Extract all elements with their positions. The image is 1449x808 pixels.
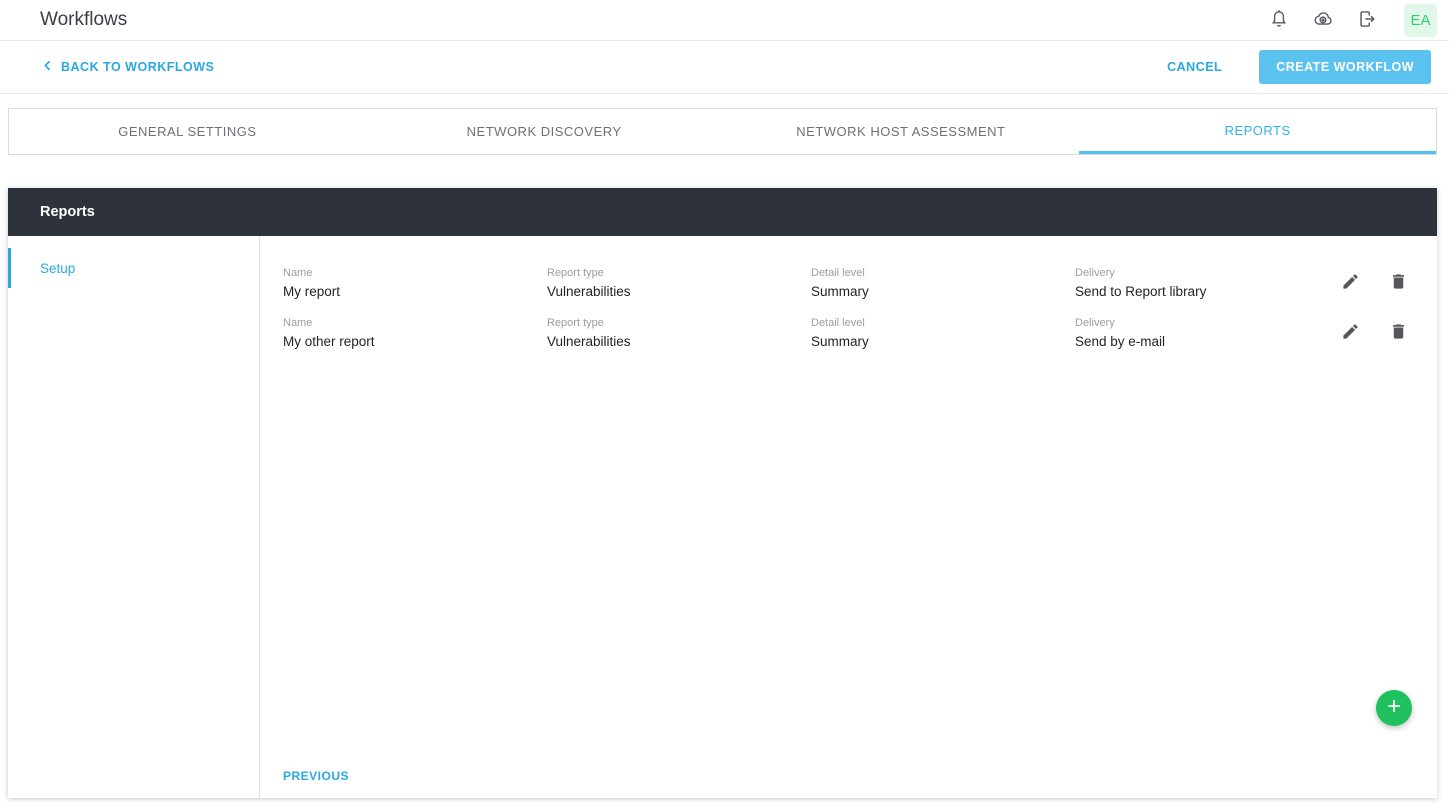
- report-row: Name My report Report type Vulnerabiliti…: [260, 258, 1437, 308]
- report-name-field: Name My report: [283, 266, 547, 300]
- avatar[interactable]: EA: [1404, 4, 1437, 37]
- logout-icon: [1356, 8, 1378, 33]
- trash-icon: [1389, 272, 1408, 294]
- bell-icon: [1268, 8, 1290, 33]
- field-label: Name: [283, 266, 547, 280]
- trash-icon: [1389, 322, 1408, 344]
- report-type-field: Report type Vulnerabilities: [547, 316, 811, 350]
- field-label: Report type: [547, 316, 811, 330]
- step-general-settings[interactable]: GENERAL SETTINGS: [9, 109, 366, 154]
- field-value: Vulnerabilities: [547, 283, 811, 300]
- step-network-discovery[interactable]: NETWORK DISCOVERY: [366, 109, 723, 154]
- plus-icon: +: [1387, 695, 1401, 719]
- step-reports[interactable]: REPORTS: [1079, 109, 1436, 154]
- panel-header: Reports: [8, 188, 1437, 236]
- delete-report-button[interactable]: [1386, 321, 1410, 345]
- top-app-bar: Workflows: [0, 0, 1449, 41]
- delivery-field: Delivery Send by e-mail: [1075, 316, 1338, 350]
- create-workflow-button[interactable]: CREATE WORKFLOW: [1259, 50, 1431, 84]
- field-value: Summary: [811, 283, 1075, 300]
- back-link-label: BACK TO WORKFLOWS: [61, 60, 214, 74]
- action-toolbar: BACK TO WORKFLOWS CANCEL CREATE WORKFLOW: [0, 41, 1449, 94]
- add-report-fab[interactable]: +: [1376, 690, 1412, 726]
- field-value: My other report: [283, 333, 547, 350]
- field-label: Name: [283, 316, 547, 330]
- field-value: Send by e-mail: [1075, 333, 1338, 350]
- field-value: Send to Report library: [1075, 283, 1338, 300]
- detail-level-field: Detail level Summary: [811, 266, 1075, 300]
- page-title: Workflows: [40, 9, 127, 31]
- cloud-download-icon: [1312, 8, 1334, 33]
- delete-report-button[interactable]: [1386, 271, 1410, 295]
- pencil-icon: [1341, 272, 1360, 294]
- cancel-button[interactable]: CANCEL: [1163, 52, 1226, 82]
- cloud-download-button[interactable]: [1311, 8, 1335, 32]
- toolbar-buttons: CANCEL CREATE WORKFLOW: [1163, 50, 1431, 84]
- report-row: Name My other report Report type Vulnera…: [260, 308, 1437, 358]
- field-label: Delivery: [1075, 316, 1338, 330]
- step-network-host-assessment[interactable]: NETWORK HOST ASSESSMENT: [723, 109, 1080, 154]
- pencil-icon: [1341, 322, 1360, 344]
- reports-content: Name My report Report type Vulnerabiliti…: [260, 236, 1437, 798]
- row-actions: [1338, 271, 1410, 295]
- sidebar-item-setup[interactable]: Setup: [8, 248, 259, 288]
- field-label: Report type: [547, 266, 811, 280]
- edit-report-button[interactable]: [1338, 321, 1362, 345]
- report-name-field: Name My other report: [283, 316, 547, 350]
- back-to-workflows-link[interactable]: BACK TO WORKFLOWS: [40, 58, 214, 76]
- detail-level-field: Detail level Summary: [811, 316, 1075, 350]
- delivery-field: Delivery Send to Report library: [1075, 266, 1338, 300]
- edit-report-button[interactable]: [1338, 271, 1362, 295]
- previous-button[interactable]: PREVIOUS: [283, 769, 349, 783]
- field-value: Summary: [811, 333, 1075, 350]
- panel-sidebar: Setup: [8, 236, 260, 798]
- reports-panel: Reports Setup Name My report Report type…: [8, 188, 1437, 798]
- logout-button[interactable]: [1355, 8, 1379, 32]
- field-label: Delivery: [1075, 266, 1338, 280]
- wizard-stepper: GENERAL SETTINGS NETWORK DISCOVERY NETWO…: [8, 108, 1437, 155]
- field-label: Detail level: [811, 266, 1075, 280]
- report-type-field: Report type Vulnerabilities: [547, 266, 811, 300]
- panel-body: Setup Name My report Report type Vulnera…: [8, 236, 1437, 798]
- field-value: Vulnerabilities: [547, 333, 811, 350]
- notifications-button[interactable]: [1267, 8, 1291, 32]
- panel-title: Reports: [40, 204, 95, 220]
- field-value: My report: [283, 283, 547, 300]
- chevron-left-icon: [40, 58, 55, 76]
- topbar-actions: EA: [1247, 4, 1437, 37]
- row-actions: [1338, 321, 1410, 345]
- field-label: Detail level: [811, 316, 1075, 330]
